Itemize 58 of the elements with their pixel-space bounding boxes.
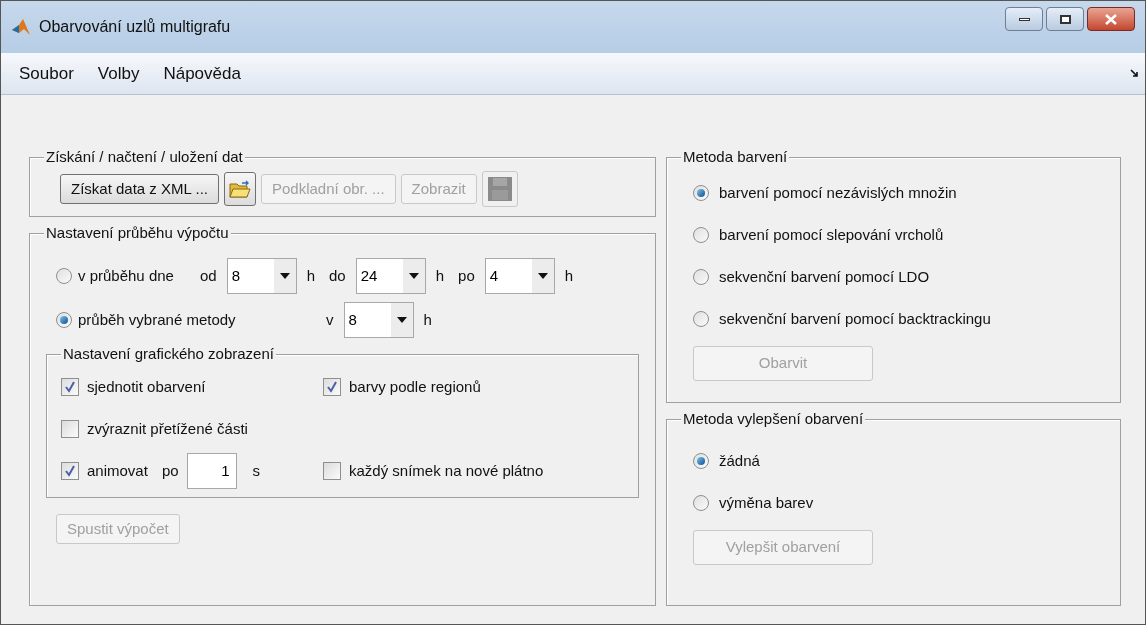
menu-item[interactable]: Nápověda [151, 60, 253, 87]
interval-field[interactable]: 1 [186, 453, 237, 489]
radio-button[interactable] [56, 312, 72, 328]
radio-button[interactable] [56, 268, 72, 284]
checkbox[interactable] [323, 378, 341, 396]
checkbox[interactable] [61, 462, 79, 480]
radio-label: průběh vybrané metody [78, 309, 237, 330]
minimize-button[interactable] [1005, 7, 1043, 31]
close-icon [1105, 13, 1117, 25]
label-text: po [458, 267, 475, 284]
dropdown[interactable]: 8 [343, 302, 414, 338]
checkbox-label: sjednotit obarvení [87, 376, 206, 397]
label-text: h [423, 311, 432, 328]
maximize-button[interactable] [1046, 7, 1084, 31]
checkbox[interactable] [61, 420, 79, 438]
label-text: po [161, 462, 179, 479]
checkbox-label: každý snímek na nové plátno [349, 460, 544, 481]
dropdown[interactable]: 8 [226, 258, 297, 294]
caret-icon [537, 273, 548, 279]
dropdown[interactable]: 24 [355, 258, 426, 294]
label-text: h [435, 267, 445, 284]
dock-arrow-icon [1130, 69, 1139, 78]
label-text: v [326, 311, 334, 328]
menu-item[interactable]: Volby [85, 60, 152, 87]
window-title: Obarvování uzlů multigrafu [39, 17, 232, 37]
radio-button[interactable] [693, 311, 709, 327]
label-text: od [200, 267, 217, 284]
radio-label: žádná [719, 450, 760, 471]
checkbox[interactable] [323, 462, 341, 480]
caret-icon [279, 273, 290, 279]
radio-label: barvení pomocí nezávislých množin [719, 182, 957, 203]
label-text: do [329, 267, 346, 284]
folder-icon [229, 179, 251, 199]
radio-label: sekvenční barvení pomocí LDO [719, 266, 930, 287]
radio-button[interactable] [693, 227, 709, 243]
label-text: h [564, 267, 574, 284]
radio-label: sekvenční barvení pomocí backtrackingu [719, 308, 991, 329]
dropdown[interactable]: 4 [484, 258, 555, 294]
group-title: Nastavení průběhu výpočtu [44, 223, 231, 243]
radio-button[interactable] [693, 269, 709, 285]
close-button[interactable] [1087, 7, 1135, 31]
menu-item[interactable]: Soubor [7, 60, 86, 87]
checkbox[interactable] [61, 378, 79, 396]
caret-icon [396, 317, 407, 323]
checkbox-label: zvýraznit přetížené části [87, 418, 248, 439]
radio-button[interactable] [693, 495, 709, 511]
checkbox-label: barvy podle regionů [349, 376, 481, 397]
push-button[interactable]: Získat data z XML ... [60, 174, 219, 204]
label-text: s [252, 462, 261, 479]
open-folder-button[interactable] [224, 172, 256, 206]
caret-icon [408, 273, 419, 279]
radio-label: výměna barev [719, 492, 814, 513]
radio-button[interactable] [693, 185, 709, 201]
label-text: h [306, 267, 316, 284]
radio-label: barvení pomocí slepování vrcholů [719, 224, 944, 245]
radio-button[interactable] [693, 453, 709, 469]
checkbox-label: animovat [87, 460, 148, 481]
radio-label: v průběhu dne [78, 265, 175, 286]
